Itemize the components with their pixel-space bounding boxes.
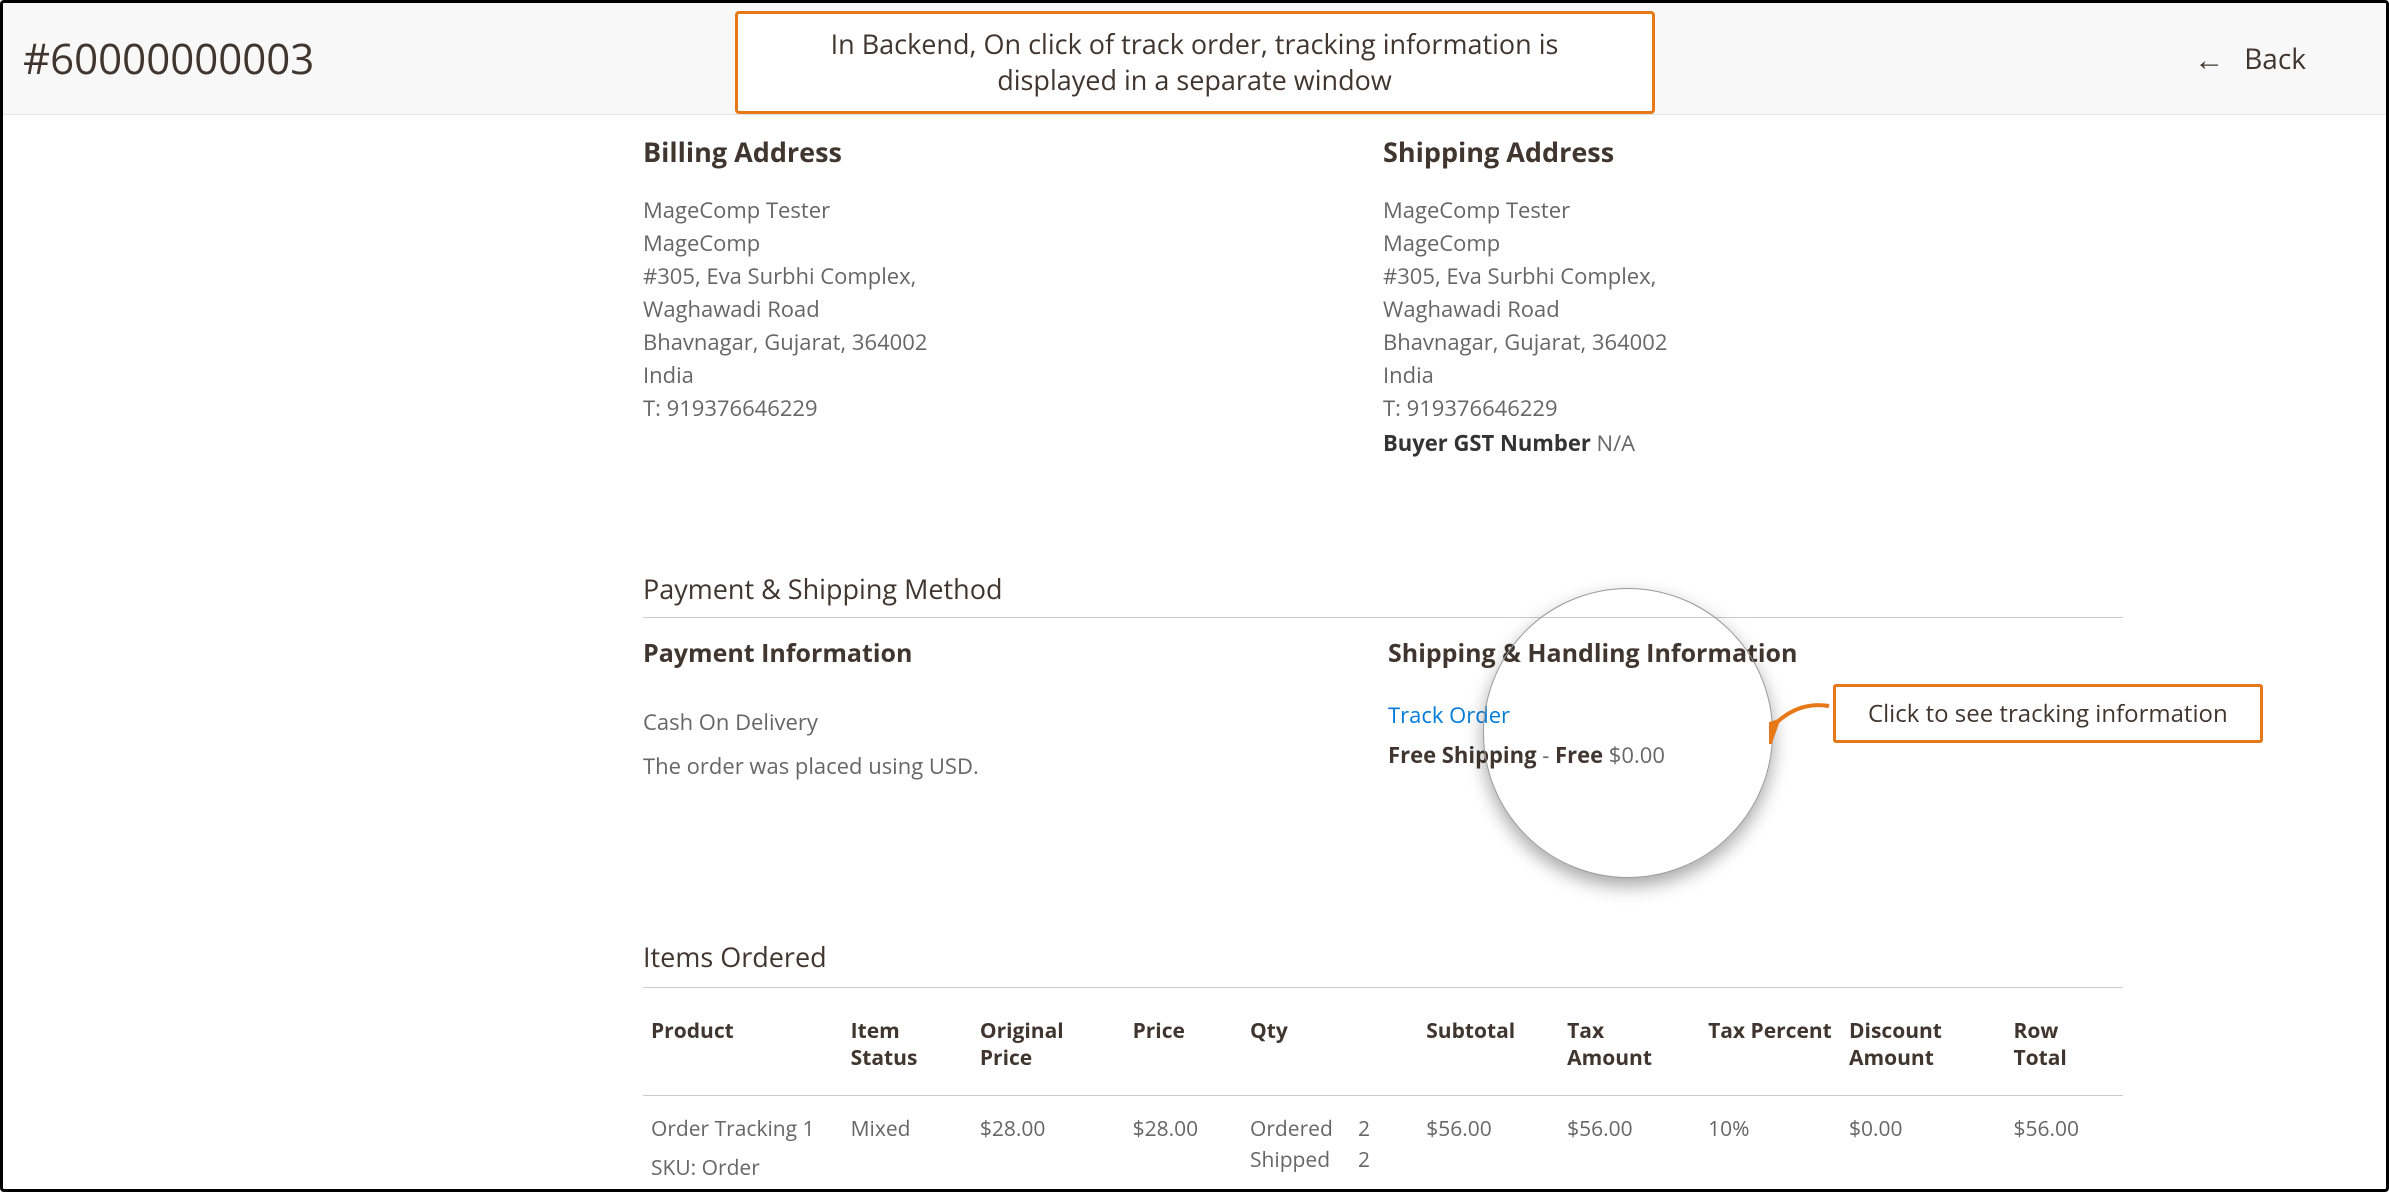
table-row: Order Tracking 1 SKU: Order Tracking 1 M… <box>643 1095 2123 1192</box>
cell-price: $28.00 <box>1125 1095 1242 1192</box>
items-table: Product Item Status Original Price Price… <box>643 1008 2123 1192</box>
billing-company: MageComp <box>643 227 1383 260</box>
col-tax-percent: Tax Percent <box>1700 1008 1841 1095</box>
col-discount-amount: Discount Amount <box>1841 1008 2005 1095</box>
cell-tax-percent: 10% <box>1700 1095 1841 1192</box>
product-name: Order Tracking 1 <box>651 1114 835 1146</box>
col-tax-amount: Tax Amount <box>1559 1008 1700 1095</box>
arrow-left-icon: ← <box>2194 38 2224 79</box>
product-sku: SKU: Order Tracking 1 <box>651 1153 835 1192</box>
qty-ordered-label: Ordered <box>1250 1114 1333 1146</box>
gst-value: N/A <box>1597 428 1636 458</box>
col-original-price: Original Price <box>972 1008 1125 1095</box>
cell-item-status: Mixed <box>843 1095 972 1192</box>
payment-currency-note: The order was placed using USD. <box>643 744 1378 788</box>
col-item-status: Item Status <box>843 1008 972 1095</box>
payment-method: Cash On Delivery <box>643 700 1378 744</box>
payment-info-title: Payment Information <box>643 636 1378 670</box>
billing-address-block: Billing Address MageComp Tester MageComp… <box>643 133 1383 460</box>
back-label: Back <box>2244 40 2306 78</box>
billing-city: Bhavnagar, Gujarat, 364002 <box>643 326 1383 359</box>
shipping-handling-title: Shipping & Handling Information <box>1388 636 2123 670</box>
shipping-city: Bhavnagar, Gujarat, 364002 <box>1383 326 2123 359</box>
qty-ordered-value: 2 <box>1358 1114 1370 1146</box>
cell-subtotal: $56.00 <box>1418 1095 1559 1192</box>
dash: - <box>1537 740 1556 770</box>
gst-label: Buyer GST Number <box>1383 428 1591 458</box>
shipping-road: Waghawadi Road <box>1383 293 2123 326</box>
shipping-street: #305, Eva Surbhi Complex, <box>1383 260 2123 293</box>
billing-address-title: Billing Address <box>643 133 1383 170</box>
qty-shipped-label: Shipped <box>1250 1145 1330 1177</box>
shipping-address-block: Shipping Address MageComp Tester MageCom… <box>1383 133 2123 460</box>
page-header: #60000000003 ← Back In Backend, On click… <box>3 3 2386 115</box>
items-header-row: Product Item Status Original Price Price… <box>643 1008 2123 1095</box>
cell-discount-amount: $0.00 <box>1841 1095 2005 1192</box>
col-row-total: Row Total <box>2005 1008 2123 1095</box>
free-shipping-line: Free Shipping - Free $0.00 <box>1388 740 2123 770</box>
back-button[interactable]: ← Back <box>2194 38 2346 79</box>
col-product: Product <box>643 1008 843 1095</box>
col-subtotal: Subtotal <box>1418 1008 1559 1095</box>
cell-row-total: $56.00 <box>2005 1095 2123 1192</box>
annotation-top: In Backend, On click of track order, tra… <box>735 11 1655 114</box>
free-amount: $0.00 <box>1603 740 1665 770</box>
cell-original-price: $28.00 <box>972 1095 1125 1192</box>
col-price: Price <box>1125 1008 1242 1095</box>
billing-road: Waghawadi Road <box>643 293 1383 326</box>
billing-country: India <box>643 359 1383 392</box>
shipping-phone: T: 919376646229 <box>1383 392 2123 425</box>
items-ordered-title: Items Ordered <box>643 938 2123 988</box>
cell-product: Order Tracking 1 SKU: Order Tracking 1 <box>643 1095 843 1192</box>
shipping-company: MageComp <box>1383 227 2123 260</box>
annotation-arrow-icon <box>1769 696 1833 744</box>
free-shipping-label: Free Shipping <box>1388 740 1537 770</box>
shipping-address-title: Shipping Address <box>1383 133 2123 170</box>
annotation-side: Click to see tracking information <box>1833 684 2263 743</box>
cell-qty: Ordered 2 Shipped 2 <box>1242 1095 1418 1192</box>
billing-street: #305, Eva Surbhi Complex, <box>643 260 1383 293</box>
order-number: #60000000003 <box>23 30 314 87</box>
billing-name: MageComp Tester <box>643 194 1383 227</box>
free-label: Free <box>1555 740 1603 770</box>
billing-phone: T: 919376646229 <box>643 392 1383 425</box>
col-qty: Qty <box>1242 1008 1418 1095</box>
track-order-link[interactable]: Track Order <box>1388 700 1510 730</box>
payment-info-block: Payment Information Cash On Delivery The… <box>643 636 1378 788</box>
shipping-name: MageComp Tester <box>1383 194 2123 227</box>
payment-shipping-section-title: Payment & Shipping Method <box>643 570 2123 618</box>
shipping-country: India <box>1383 359 2123 392</box>
qty-shipped-value: 2 <box>1358 1145 1370 1177</box>
cell-tax-amount: $56.00 <box>1559 1095 1700 1192</box>
